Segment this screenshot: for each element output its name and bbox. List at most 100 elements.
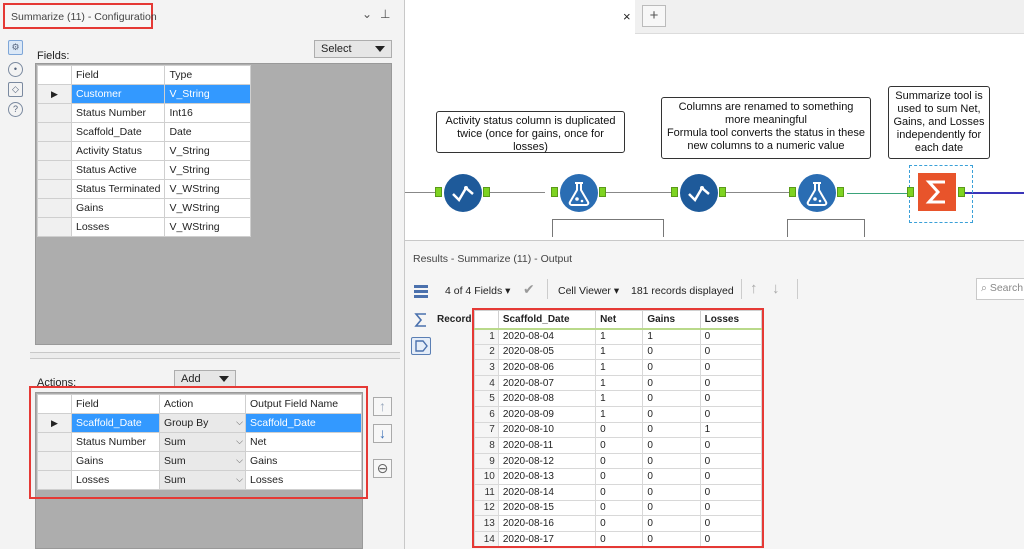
field-name-cell[interactable]: Status Terminated <box>70 179 166 199</box>
input-anchor[interactable] <box>907 187 914 197</box>
annotation-icon[interactable]: • <box>8 62 23 77</box>
cell-net[interactable]: 1 <box>595 390 644 407</box>
row-header[interactable] <box>37 160 72 180</box>
cell-net[interactable]: 1 <box>595 328 644 345</box>
select-tool-node-2[interactable] <box>680 174 718 212</box>
field-name-cell[interactable]: Losses <box>70 217 166 237</box>
cell-net[interactable]: 1 <box>595 374 644 392</box>
fields-row[interactable]: ▶ Customer V_String <box>37 84 252 104</box>
cell-losses[interactable]: 0 <box>699 343 762 361</box>
row-header[interactable] <box>37 103 72 123</box>
fields-row[interactable]: Status Number Int16 <box>37 103 252 123</box>
workflow-canvas[interactable]: × + Activity status column is duplicated… <box>405 0 1024 240</box>
field-name-cell[interactable]: Status Number <box>70 103 166 123</box>
cell-scaffold-date[interactable]: 2020-08-15 <box>497 499 597 517</box>
apply-check-icon[interactable]: ✔ <box>523 281 535 298</box>
cell-net[interactable]: 1 <box>595 359 644 376</box>
remove-button[interactable]: ⊖ <box>373 459 392 478</box>
table-row[interactable]: 8 2020-08-11 0 0 0 <box>474 437 762 454</box>
field-type-cell[interactable]: Int16 <box>164 103 252 123</box>
gear-icon[interactable]: ⚙ <box>8 40 23 55</box>
row-header[interactable]: ▶ <box>37 84 72 104</box>
cell-scaffold-date[interactable]: 2020-08-13 <box>497 468 597 485</box>
input-anchor[interactable] <box>551 187 558 197</box>
cell-losses[interactable]: 0 <box>699 437 762 454</box>
field-name-cell[interactable]: Scaffold_Date <box>70 122 166 142</box>
chevron-down-icon[interactable]: ⌄ <box>362 7 372 21</box>
output-anchor[interactable] <box>719 187 726 197</box>
cell-scaffold-date[interactable]: 2020-08-06 <box>497 359 597 376</box>
cell-net[interactable]: 0 <box>595 437 644 454</box>
tag-icon[interactable]: ◇ <box>8 82 23 97</box>
cell-net[interactable]: 0 <box>595 483 644 501</box>
col-gains[interactable]: Gains <box>642 310 701 330</box>
table-row[interactable]: 6 2020-08-09 1 0 0 <box>474 405 762 423</box>
cell-gains[interactable]: 0 <box>642 530 701 546</box>
cell-gains[interactable]: 0 <box>642 515 701 532</box>
table-row[interactable]: 2 2020-08-05 1 0 0 <box>474 343 762 361</box>
move-down-button[interactable]: ↓ <box>373 424 392 443</box>
table-row[interactable]: 5 2020-08-08 1 0 0 <box>474 390 762 407</box>
move-up-button[interactable]: ↑ <box>373 397 392 416</box>
cell-losses[interactable]: 0 <box>699 328 762 345</box>
cell-scaffold-date[interactable]: 2020-08-12 <box>497 452 597 470</box>
cell-scaffold-date[interactable]: 2020-08-14 <box>497 483 597 501</box>
cell-losses[interactable]: 1 <box>699 421 762 439</box>
output-anchor[interactable] <box>483 187 490 197</box>
row-header[interactable] <box>37 217 72 237</box>
select-dropdown[interactable]: Select <box>314 40 392 58</box>
cell-scaffold-date[interactable]: 2020-08-10 <box>497 421 597 439</box>
cell-scaffold-date[interactable]: 2020-08-09 <box>497 405 597 423</box>
cell-gains[interactable]: 0 <box>642 343 701 361</box>
output-anchor[interactable] <box>599 187 606 197</box>
cell-scaffold-date[interactable]: 2020-08-07 <box>497 374 597 392</box>
table-row[interactable]: 10 2020-08-13 0 0 0 <box>474 468 762 485</box>
input-anchor[interactable] <box>789 187 796 197</box>
cell-net[interactable]: 1 <box>595 405 644 423</box>
row-header[interactable] <box>37 122 72 142</box>
cell-scaffold-date[interactable]: 2020-08-04 <box>497 328 597 345</box>
cell-losses[interactable]: 0 <box>699 359 762 376</box>
cell-gains[interactable]: 0 <box>642 468 701 485</box>
row-header[interactable] <box>37 179 72 199</box>
fields-row[interactable]: Status Terminated V_WString <box>37 179 252 199</box>
arrow-down-icon[interactable]: ↓ <box>772 280 780 297</box>
cell-losses[interactable]: 0 <box>699 374 762 392</box>
cell-losses[interactable]: 0 <box>699 468 762 485</box>
cell-scaffold-date[interactable]: 2020-08-16 <box>497 515 597 532</box>
output-anchor[interactable] <box>958 187 965 197</box>
cell-net[interactable]: 0 <box>595 468 644 485</box>
table-row[interactable]: 1 2020-08-04 1 1 0 <box>474 328 762 345</box>
field-type-cell[interactable]: V_String <box>164 84 252 104</box>
cell-gains[interactable]: 0 <box>642 421 701 439</box>
input-anchor[interactable] <box>671 187 678 197</box>
cell-losses[interactable]: 0 <box>699 515 762 532</box>
select-tool-node[interactable] <box>444 174 482 212</box>
cell-gains[interactable]: 0 <box>642 499 701 517</box>
cell-gains[interactable]: 0 <box>642 452 701 470</box>
table-row[interactable]: 12 2020-08-15 0 0 0 <box>474 499 762 517</box>
cell-losses[interactable]: 0 <box>699 390 762 407</box>
col-scaffold-date[interactable]: Scaffold_Date <box>497 310 597 330</box>
fields-row[interactable]: Gains V_WString <box>37 198 252 218</box>
field-type-cell[interactable]: V_String <box>164 141 252 161</box>
pin-icon[interactable]: ⊥ <box>380 7 390 21</box>
output-anchor[interactable] <box>837 187 844 197</box>
cell-scaffold-date[interactable]: 2020-08-08 <box>497 390 597 407</box>
col-net[interactable]: Net <box>595 310 644 330</box>
table-row[interactable]: 13 2020-08-16 0 0 0 <box>474 515 762 532</box>
fields-row[interactable]: Scaffold_Date Date <box>37 122 252 142</box>
panel-splitter[interactable] <box>30 352 400 359</box>
row-header[interactable] <box>37 141 72 161</box>
fields-row[interactable]: Activity Status V_String <box>37 141 252 161</box>
formula-tool-node-2[interactable] <box>798 174 836 212</box>
help-icon[interactable]: ? <box>8 102 23 117</box>
cell-net[interactable]: 1 <box>595 343 644 361</box>
cell-gains[interactable]: 1 <box>642 328 701 345</box>
table-row[interactable]: 7 2020-08-10 0 0 1 <box>474 421 762 439</box>
tag-output-icon[interactable] <box>411 337 431 355</box>
cell-losses[interactable]: 0 <box>699 452 762 470</box>
field-type-cell[interactable]: V_String <box>164 160 252 180</box>
table-view-icon[interactable] <box>411 283 431 301</box>
field-type-cell[interactable]: V_WString <box>164 217 252 237</box>
